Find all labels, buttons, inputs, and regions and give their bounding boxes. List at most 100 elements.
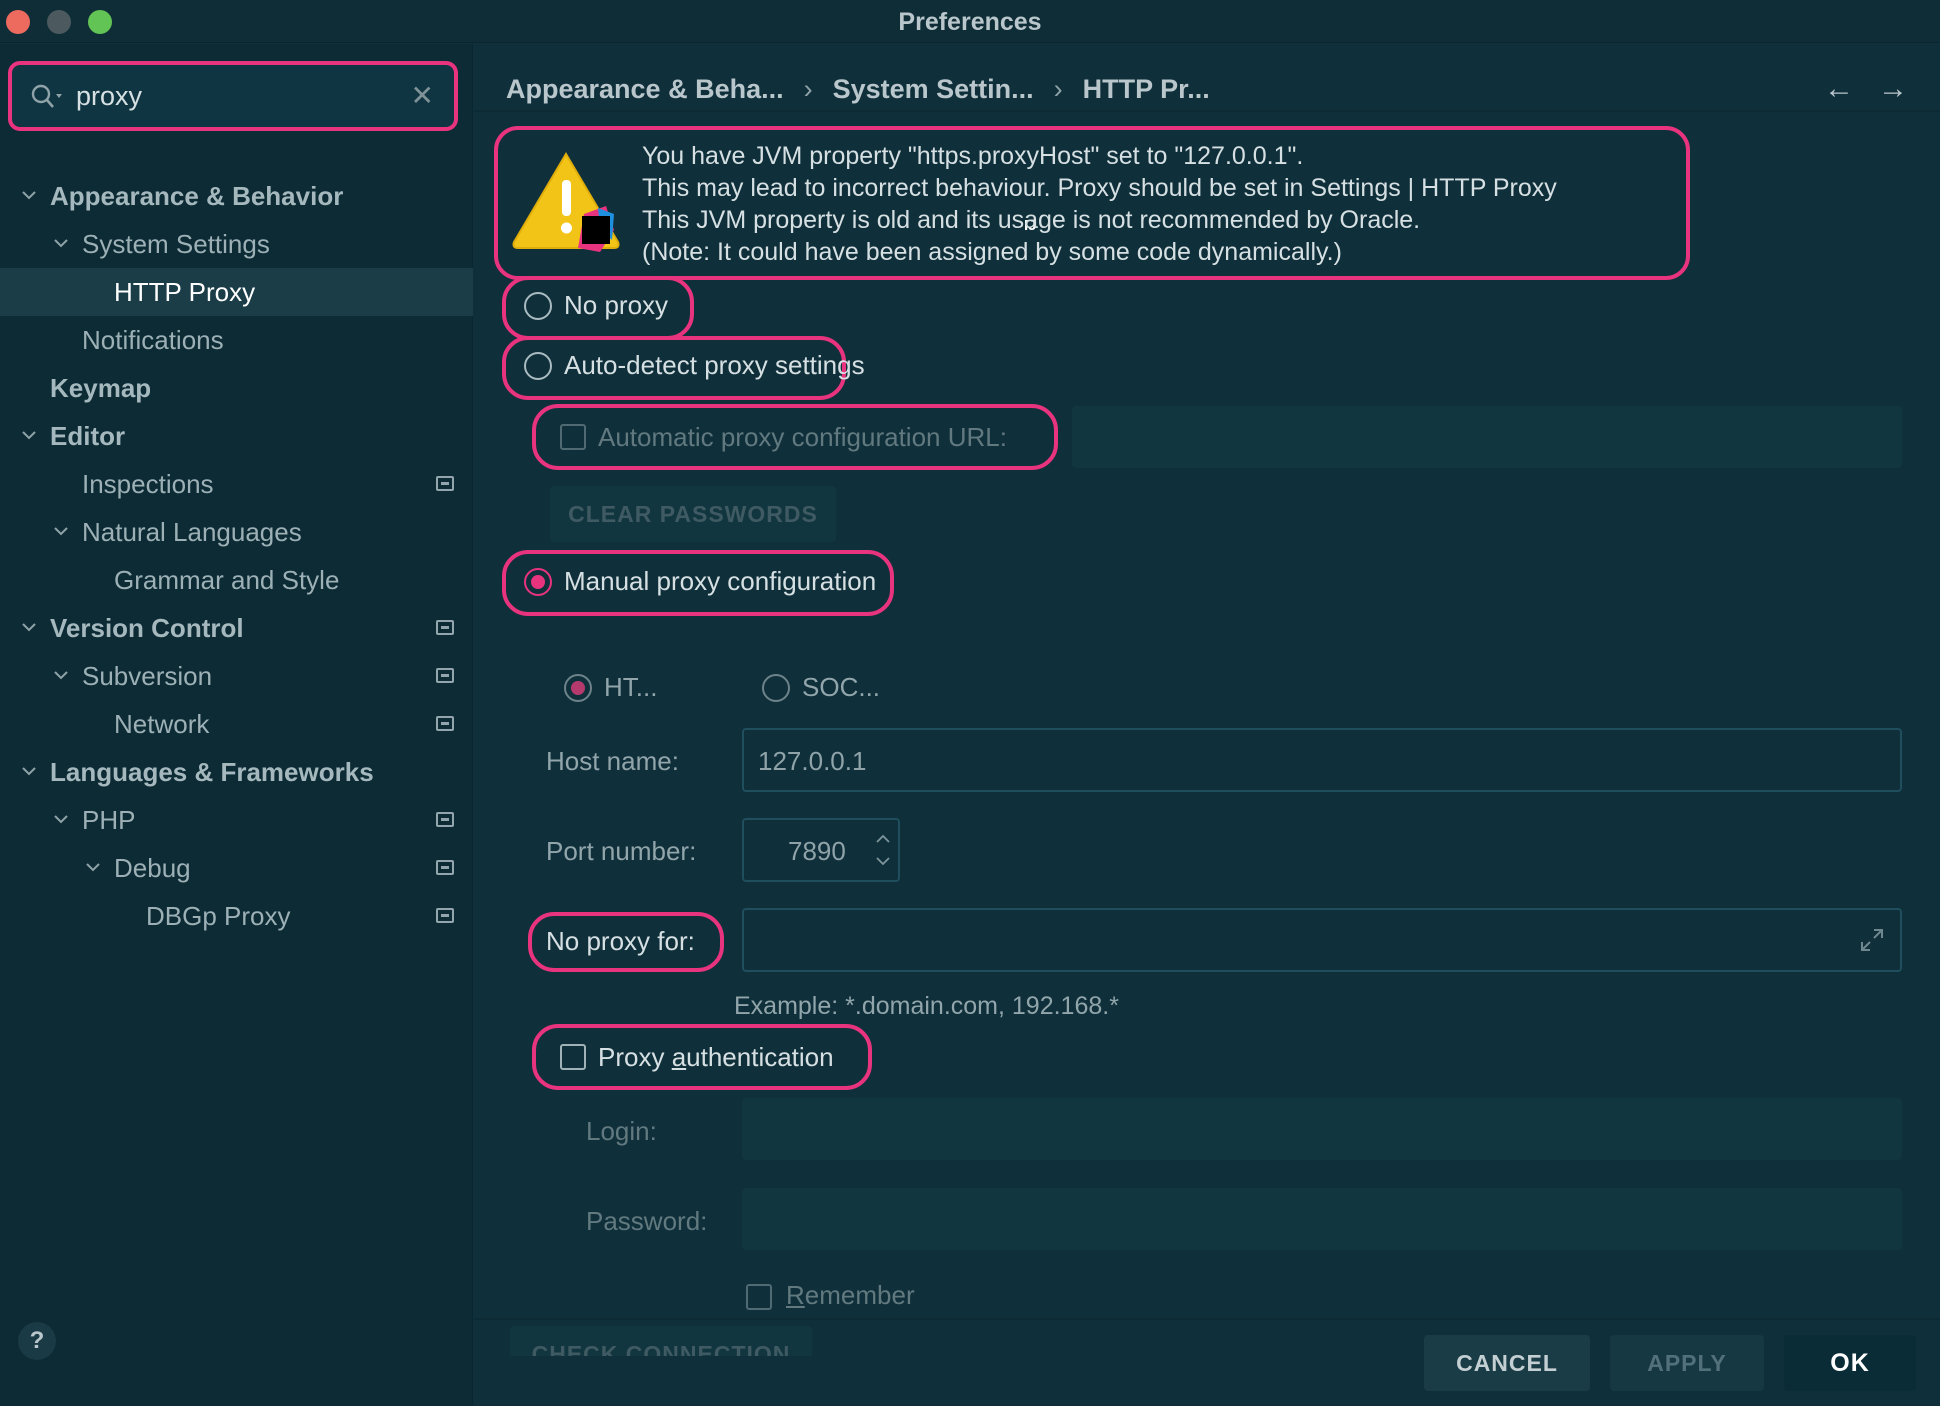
password-field[interactable]	[742, 1188, 1902, 1250]
port-number-stepper[interactable]: 7890	[742, 818, 900, 882]
sidebar-item-label: System Settings	[82, 229, 270, 259]
cancel-button[interactable]: CANCEL	[1424, 1335, 1590, 1391]
search-icon[interactable]	[29, 82, 65, 112]
sidebar-item-php[interactable]: PHP	[0, 796, 473, 844]
remember-text: emember	[804, 1280, 915, 1310]
sidebar-item-editor[interactable]: Editor	[0, 412, 473, 460]
sidebar-item-label: Network	[114, 709, 210, 739]
ok-button[interactable]: OK	[1784, 1335, 1916, 1391]
manual-proxy-label[interactable]: Manual proxy configuration	[564, 566, 876, 597]
remember-checkbox[interactable]	[746, 1284, 772, 1310]
sidebar-item-system-settings[interactable]: System Settings	[0, 220, 473, 268]
login-field[interactable]	[742, 1098, 1902, 1160]
sidebar-item-label: Subversion	[82, 661, 213, 691]
check-connection-button[interactable]: CHECK CONNECTION	[510, 1326, 812, 1356]
stepper-arrows-icon[interactable]	[874, 830, 892, 870]
sidebar-item-label: Keymap	[50, 373, 152, 403]
sidebar-item-label: HTTP Proxy	[114, 277, 256, 307]
sidebar-item-keymap[interactable]: Keymap	[0, 364, 473, 412]
project-settings-icon	[436, 812, 454, 827]
proxy-auth-text: uthentication	[686, 1042, 834, 1072]
no-proxy-radio[interactable]	[524, 292, 552, 320]
sidebar-item-label: Grammar and Style	[114, 565, 340, 595]
chevron-down-icon[interactable]	[20, 426, 38, 444]
auto-detect-label[interactable]: Auto-detect proxy settings	[564, 350, 865, 381]
apply-button[interactable]: APPLY	[1610, 1335, 1764, 1391]
chevron-down-icon[interactable]	[52, 234, 70, 252]
clear-passwords-button[interactable]: CLEAR PASSWORDS	[550, 486, 836, 542]
sidebar-item-debug[interactable]: Debug	[0, 844, 473, 892]
http-label[interactable]: HT...	[604, 672, 657, 703]
http-proxy-panel: Appearance & Beha... › System Settin... › HT…	[474, 44, 1940, 1406]
forward-arrow-icon[interactable]: →	[1878, 72, 1908, 106]
sidebar-item-inspections[interactable]: Inspections	[0, 460, 473, 508]
auto-detect-radio[interactable]	[524, 352, 552, 380]
sidebar-item-network[interactable]: Network	[0, 700, 473, 748]
sidebar-item-notifications[interactable]: Notifications	[0, 316, 473, 364]
project-settings-icon	[436, 908, 454, 923]
project-settings-icon	[436, 860, 454, 875]
chevron-down-icon[interactable]	[20, 186, 38, 204]
breadcrumb-item[interactable]: System Settin...	[833, 74, 1034, 105]
sidebar-item-label: Languages & Frameworks	[50, 757, 374, 787]
socks-label[interactable]: SOC...	[802, 672, 880, 703]
sidebar-item-appearance-behavior[interactable]: Appearance & Behavior	[0, 172, 473, 220]
chevron-down-icon[interactable]	[52, 810, 70, 828]
expand-icon[interactable]	[1858, 926, 1886, 954]
footer-divider	[474, 1318, 1940, 1320]
password-label: Password:	[586, 1206, 708, 1236]
sidebar-item-http-proxy[interactable]: HTTP Proxy	[0, 268, 473, 316]
port-number-label: Port number:	[546, 836, 697, 866]
sidebar-item-version-control[interactable]: Version Control	[0, 604, 473, 652]
chevron-down-icon[interactable]	[20, 618, 38, 636]
remember-label[interactable]: Remember	[786, 1280, 915, 1311]
host-name-field[interactable]: 127.0.0.1	[742, 728, 1902, 792]
no-proxy-for-field[interactable]	[742, 908, 1902, 972]
auto-config-url-checkbox[interactable]	[560, 424, 586, 450]
auto-config-url-field[interactable]	[1072, 406, 1902, 468]
socks-radio[interactable]	[762, 674, 790, 702]
back-arrow-icon[interactable]: ←	[1824, 72, 1854, 106]
project-settings-icon	[436, 716, 454, 731]
breadcrumb-item[interactable]: HTTP Pr...	[1083, 74, 1210, 105]
check-connection-clip: CHECK CONNECTION	[510, 1326, 812, 1356]
sidebar-item-natural-languages[interactable]: Natural Languages	[0, 508, 473, 556]
warning-line: (Note: It could have been assigned by so…	[642, 238, 1342, 266]
chevron-down-icon[interactable]	[52, 666, 70, 684]
warning-icon	[512, 152, 620, 252]
http-radio[interactable]	[564, 674, 592, 702]
no-proxy-label[interactable]: No proxy	[564, 290, 668, 321]
chevron-down-icon[interactable]	[84, 858, 102, 876]
login-label: Login:	[586, 1116, 657, 1146]
title-bar: Preferences	[0, 0, 1940, 43]
sidebar-item-languages-frameworks[interactable]: Languages & Frameworks	[0, 748, 473, 796]
sidebar-item-grammar-and-style[interactable]: Grammar and Style	[0, 556, 473, 604]
project-settings-icon	[436, 620, 454, 635]
project-settings-icon	[436, 668, 454, 683]
manual-proxy-radio[interactable]	[524, 568, 552, 596]
search-input[interactable]: proxy ✕	[8, 61, 458, 131]
project-settings-icon	[436, 476, 454, 491]
sidebar-item-dbgp-proxy[interactable]: DBGp Proxy	[0, 892, 473, 940]
proxy-auth-text: Proxy	[598, 1042, 672, 1072]
sidebar-item-subversion[interactable]: Subversion	[0, 652, 473, 700]
proxy-auth-checkbox[interactable]	[560, 1044, 586, 1070]
host-name-label: Host name:	[546, 746, 679, 776]
clear-search-icon[interactable]: ✕	[411, 79, 434, 112]
sidebar-item-label: PHP	[82, 805, 136, 835]
preferences-window: Preferences proxy ✕ Appearance & Behavio…	[0, 0, 1940, 1406]
sidebar-item-label: Debug	[114, 853, 191, 883]
port-number-value: 7890	[788, 836, 846, 866]
sidebar-item-label: Notifications	[82, 325, 224, 355]
chevron-down-icon[interactable]	[20, 762, 38, 780]
sidebar-item-label: Inspections	[82, 469, 214, 499]
breadcrumb-separator-icon: ›	[803, 74, 813, 104]
chevron-down-icon[interactable]	[52, 522, 70, 540]
sidebar-item-label: Version Control	[50, 613, 244, 643]
warning-line: You have JVM property "https.proxyHost" …	[642, 142, 1304, 170]
sidebar-item-label: DBGp Proxy	[146, 901, 291, 931]
proxy-auth-label[interactable]: Proxy authentication	[598, 1042, 834, 1073]
breadcrumb: Appearance & Beha... › System Settin... › HT…	[506, 74, 1210, 105]
breadcrumb-item[interactable]: Appearance & Beha...	[506, 74, 784, 105]
help-button[interactable]: ?	[18, 1322, 56, 1360]
